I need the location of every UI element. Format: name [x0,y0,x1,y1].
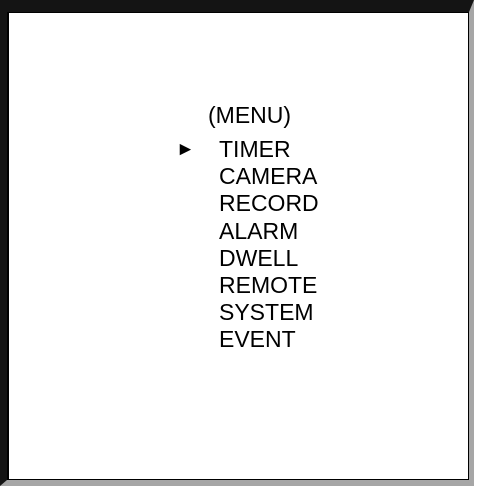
menu-list: ► TIMER CAMERA RECORD ALARM DWELL REMOTE… [176,136,319,354]
menu-item-label: EVENT [219,326,296,353]
menu-item-label: DWELL [219,244,299,271]
menu-item-camera[interactable]: CAMERA [219,163,319,190]
menu-item-record[interactable]: RECORD [219,190,319,217]
menu-item-label: ALARM [219,217,299,244]
menu-item-system[interactable]: SYSTEM [219,299,319,326]
menu-title: (MENU) [208,102,292,128]
menu-item-label: CAMERA [219,163,318,190]
menu-item-label: REMOTE [219,271,318,298]
menu-item-event[interactable]: EVENT [219,326,319,353]
menu-item-timer[interactable]: ► TIMER [176,136,319,163]
menu-item-dwell[interactable]: DWELL [219,245,319,272]
monitor-frame: (MENU) ► TIMER CAMERA RECORD ALARM DWELL… [0,0,474,486]
menu-item-alarm[interactable]: ALARM [219,218,319,245]
menu-item-label: SYSTEM [219,299,314,326]
menu-item-label: TIMER [219,136,291,162]
menu-item-remote[interactable]: REMOTE [219,272,319,299]
menu-item-label: RECORD [219,190,319,217]
selection-arrow-icon: ► [176,139,195,160]
osd-screen: (MENU) ► TIMER CAMERA RECORD ALARM DWELL… [7,12,469,480]
